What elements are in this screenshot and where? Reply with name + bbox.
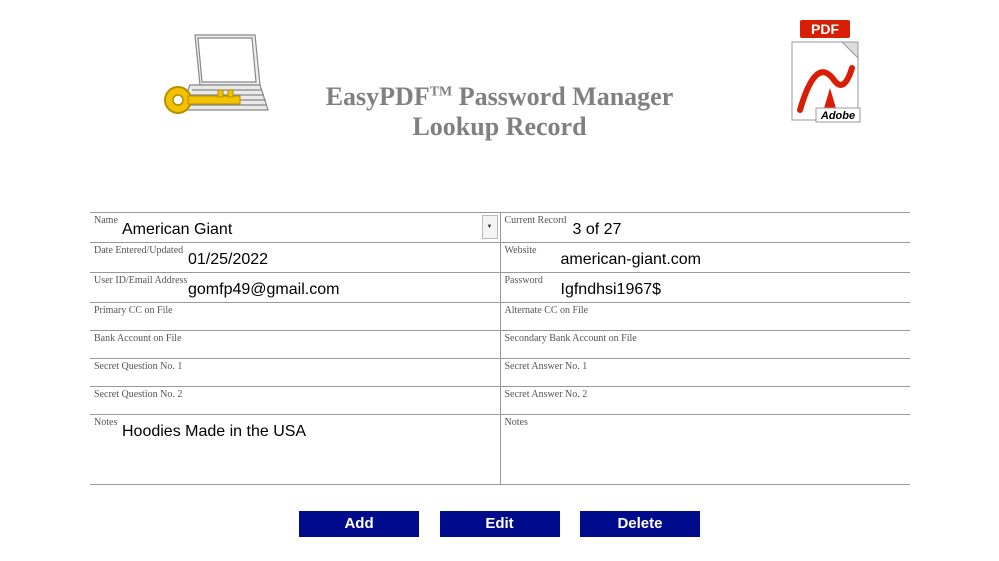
delete-button[interactable]: Delete — [580, 511, 700, 537]
field-userid: User ID/Email Address gomfp49@gmail.com — [90, 273, 500, 303]
field-secret-a2: Secret Answer No. 2 — [500, 387, 910, 415]
field-secret-q1: Secret Question No. 1 — [90, 359, 500, 387]
field-website: Website american-giant.com — [500, 243, 910, 273]
field-primary-cc: Primary CC on File — [90, 303, 500, 331]
name-dropdown-icon[interactable]: ▼ — [482, 215, 498, 239]
record-form: Name American Giant ▼ Current Record 3 o… — [90, 212, 910, 485]
userid-value: gomfp49@gmail.com — [188, 281, 339, 299]
notes-left-label: Notes — [94, 417, 117, 428]
alternate-cc-label: Alternate CC on File — [505, 305, 589, 316]
password-value: Igfndhsi1967$ — [561, 281, 662, 299]
field-secondary-bank: Secondary Bank Account on File — [500, 331, 910, 359]
adobe-label-text: Adobe — [820, 110, 855, 122]
field-name[interactable]: Name American Giant ▼ — [90, 213, 500, 243]
field-alternate-cc: Alternate CC on File — [500, 303, 910, 331]
trademark: TM — [430, 84, 453, 99]
date-value: 01/25/2022 — [188, 251, 268, 269]
userid-label: User ID/Email Address — [94, 275, 187, 286]
date-label: Date Entered/Updated — [94, 245, 183, 256]
secret-a1-label: Secret Answer No. 1 — [505, 361, 588, 372]
notes-left-value: Hoodies Made in the USA — [122, 423, 306, 441]
name-value: American Giant — [122, 221, 232, 239]
field-date: Date Entered/Updated 01/25/2022 — [90, 243, 500, 273]
field-notes-left: Notes Hoodies Made in the USA — [90, 415, 500, 485]
field-current-record: Current Record 3 of 27 — [500, 213, 910, 243]
password-label: Password — [505, 275, 543, 286]
field-secret-q2: Secret Question No. 2 — [90, 387, 500, 415]
secret-q1-label: Secret Question No. 1 — [94, 361, 182, 372]
bank-label: Bank Account on File — [94, 333, 182, 344]
header: EasyPDFTM Password Manager Lookup Record… — [0, 0, 999, 150]
button-row: Add Edit Delete — [0, 511, 999, 537]
secret-q2-label: Secret Question No. 2 — [94, 389, 182, 400]
field-password: Password Igfndhsi1967$ — [500, 273, 910, 303]
website-value: american-giant.com — [561, 251, 702, 269]
primary-cc-label: Primary CC on File — [94, 305, 173, 316]
title-line2: Lookup Record — [412, 112, 586, 141]
secret-a2-label: Secret Answer No. 2 — [505, 389, 588, 400]
edit-button[interactable]: Edit — [440, 511, 560, 537]
add-button[interactable]: Add — [299, 511, 419, 537]
current-record-value: 3 of 27 — [573, 221, 622, 239]
name-label: Name — [94, 215, 118, 226]
secondary-bank-label: Secondary Bank Account on File — [505, 333, 637, 344]
adobe-pdf-icon: PDF Adobe — [786, 20, 864, 125]
field-notes-right: Notes — [500, 415, 910, 485]
title-line1-pre: EasyPDF — [326, 82, 430, 111]
pdf-badge-text: PDF — [811, 21, 839, 37]
current-record-label: Current Record — [505, 215, 567, 226]
notes-right-label: Notes — [505, 417, 528, 428]
field-bank: Bank Account on File — [90, 331, 500, 359]
title-line1-post: Password Manager — [452, 82, 673, 111]
website-label: Website — [505, 245, 537, 256]
field-secret-a1: Secret Answer No. 1 — [500, 359, 910, 387]
